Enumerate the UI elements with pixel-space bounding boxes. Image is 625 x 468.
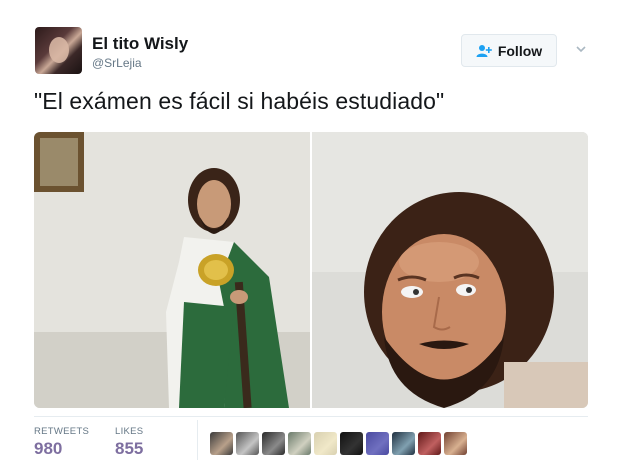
likes-count[interactable]: 855 (115, 439, 143, 459)
retweets-count[interactable]: 980 (34, 439, 62, 459)
photo-left[interactable] (34, 132, 310, 408)
follow-label: Follow (497, 42, 543, 59)
retweets-label: RETWEETS (34, 426, 90, 437)
author-avatar[interactable] (35, 27, 82, 74)
liker-avatars (210, 432, 467, 455)
stats-vertical-divider (197, 420, 198, 460)
liker-avatar[interactable] (340, 432, 363, 455)
author-name[interactable]: El tito Wisly (92, 34, 188, 54)
chevron-down-icon[interactable] (574, 42, 588, 56)
avatar-face (49, 37, 69, 63)
liker-avatar[interactable] (314, 432, 337, 455)
liker-avatar[interactable] (236, 432, 259, 455)
stats-divider (34, 416, 588, 417)
liker-avatar[interactable] (210, 432, 233, 455)
author-handle[interactable]: @SrLejia (92, 56, 142, 70)
liker-avatar[interactable] (262, 432, 285, 455)
follow-button[interactable]: Follow (461, 34, 557, 67)
add-user-icon (476, 44, 492, 57)
liker-avatar[interactable] (392, 432, 415, 455)
liker-avatar[interactable] (418, 432, 441, 455)
likes-label: LIKES (115, 426, 144, 437)
liker-avatar[interactable] (288, 432, 311, 455)
liker-avatar[interactable] (444, 432, 467, 455)
tweet-text: "El exámen es fácil si habéis estudiado" (34, 88, 445, 114)
tweet-media[interactable] (34, 132, 588, 408)
liker-avatar[interactable] (366, 432, 389, 455)
photo-right[interactable] (312, 132, 588, 408)
